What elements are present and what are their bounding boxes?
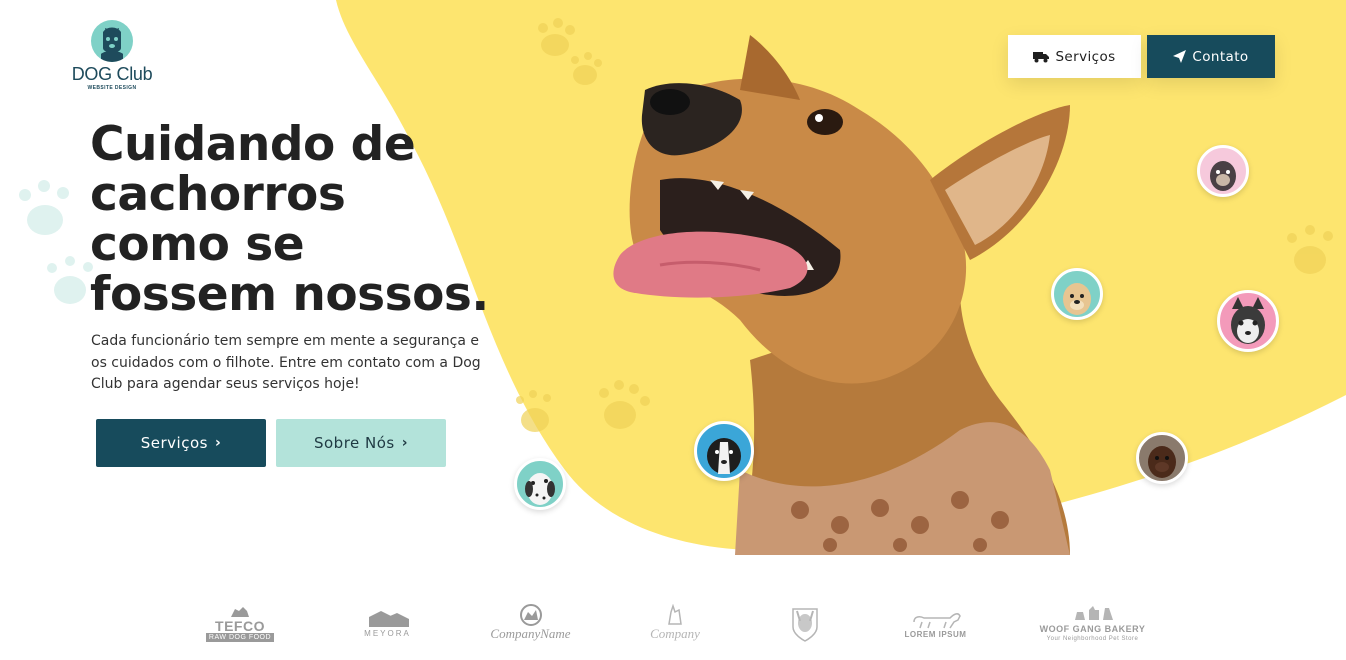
- dog-avatar-chocolate-lab: [1136, 432, 1188, 484]
- sobre-nos-button[interactable]: Sobre Nós ›: [276, 419, 446, 467]
- logo-name: DOG Club: [71, 64, 153, 84]
- dachshund-icon: [912, 612, 961, 628]
- chevron-right-icon: ›: [401, 435, 409, 451]
- brand-logo-companyname: CompanyName: [488, 600, 573, 646]
- brand-logo-tefco: TEFCO RAW DOG FOOD: [195, 600, 285, 646]
- logo-tagline: WEBSITE DESIGN: [87, 85, 137, 91]
- dogs-circle-icon: [519, 604, 542, 626]
- servicos-button[interactable]: Serviços ›: [96, 419, 266, 467]
- servicos-button-label: Serviços: [140, 434, 208, 452]
- hero-title-line: cachorros: [90, 167, 346, 222]
- cat-dog-icon: [668, 604, 682, 625]
- brand-logo-crest: [780, 600, 830, 646]
- hero-title: Cuidando de cachorros como se fossem nos…: [90, 120, 510, 320]
- paper-plane-icon: [1173, 50, 1187, 63]
- brand-main: CompanyName: [490, 626, 571, 641]
- brand-main: MEYORA: [364, 628, 411, 638]
- dog-avatar-dalmatian: [514, 458, 566, 510]
- brand-sub: RAW DOG FOOD: [205, 632, 275, 642]
- truck-icon: [1033, 51, 1050, 62]
- brand-main: Company: [650, 626, 700, 641]
- dog-crest-icon: [792, 608, 818, 642]
- hero-title-line: Cuidando de: [90, 117, 416, 172]
- dog-avatar-husky: [1217, 290, 1279, 352]
- dog-silhouette-icon: [231, 606, 249, 617]
- hero-title-line: como se: [90, 217, 305, 272]
- nav-contato-label: Contato: [1192, 48, 1249, 65]
- brand-main: WOOF GANG BAKERY: [1039, 624, 1146, 634]
- brand-main: LOREM IPSUM: [904, 629, 967, 639]
- hero-title-line: fossem nossos.: [90, 267, 489, 322]
- dog-avatar-labrador: [1051, 268, 1103, 320]
- sobre-nos-button-label: Sobre Nós: [313, 434, 395, 452]
- dog-avatar-border-collie: [694, 421, 754, 481]
- brand-logo-woof-gang: WOOF GANG BAKERY Your Neighborhood Pet S…: [1035, 600, 1150, 646]
- dogs-silhouette-icon: [1074, 606, 1113, 620]
- brand-sub: Your Neighborhood Pet Store: [1046, 636, 1139, 642]
- nav-servicos-label: Serviços: [1055, 48, 1116, 65]
- brand-logo-meyora: MEYORA: [355, 600, 420, 646]
- dog-avatar-pug: [1197, 145, 1249, 197]
- house-icon: [368, 610, 409, 627]
- hero-dog-image: [613, 35, 1070, 555]
- brand-logo-company: Company: [640, 600, 710, 646]
- landing-page: DOG Club WEBSITE DESIGN Serviços Contato…: [0, 0, 1346, 660]
- chevron-right-icon: ›: [214, 435, 222, 451]
- brand-main: TEFCO: [215, 617, 265, 634]
- brand-logo-lorem-ipsum: LOREM IPSUM: [898, 600, 973, 646]
- dog-logo-icon: [91, 20, 133, 62]
- nav-servicos-button[interactable]: Serviços: [1008, 35, 1141, 78]
- hero-description: Cada funcionário tem sempre em mente a s…: [91, 333, 481, 392]
- dog-club-logo[interactable]: DOG Club WEBSITE DESIGN: [64, 20, 160, 96]
- nav-contato-button[interactable]: Contato: [1147, 35, 1275, 78]
